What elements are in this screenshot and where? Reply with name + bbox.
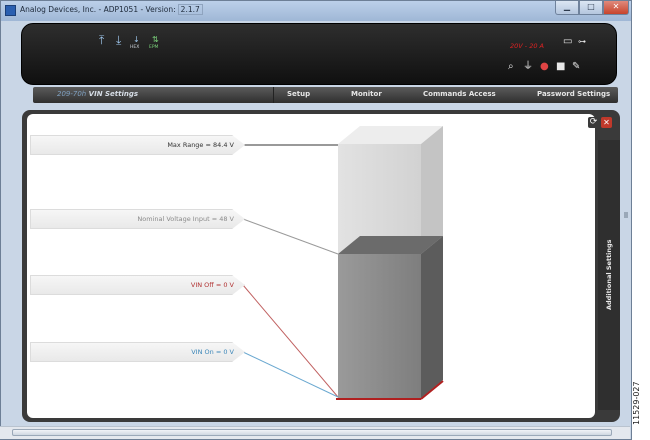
refresh-icon[interactable]: ⟳ — [588, 117, 599, 128]
cylinder-bottom-section — [338, 236, 443, 398]
close-icon[interactable]: ✕ — [601, 117, 612, 128]
scroll-thumb[interactable] — [12, 429, 612, 436]
cylinder-top-section — [338, 126, 443, 254]
horizontal-scrollbar[interactable] — [0, 426, 630, 439]
vin-off-label: VIN Off = 0 V — [30, 275, 245, 295]
vin-on-text: VIN On = 0 V — [191, 348, 234, 356]
max-range-text: Max Range = 84.4 V — [167, 141, 234, 149]
vin-off-text: VIN Off = 0 V — [190, 281, 234, 289]
additional-settings-label: Additional Settings — [605, 239, 613, 311]
vin-on-connector — [242, 351, 339, 398]
nominal-voltage-label: Nominal Voltage Input = 48 V — [30, 209, 245, 229]
vertical-scroll-marker[interactable] — [624, 212, 628, 218]
nominal-voltage-text: Nominal Voltage Input = 48 V — [137, 215, 234, 223]
max-range-label: Max Range = 84.4 V — [30, 135, 245, 155]
vin-off-connector — [242, 284, 339, 398]
nominal-connector — [242, 218, 339, 255]
vin-on-label: VIN On = 0 V — [30, 342, 245, 362]
additional-settings-panel[interactable]: Additional Settings — [598, 140, 620, 410]
figure-id: 11529-027 — [632, 381, 641, 425]
